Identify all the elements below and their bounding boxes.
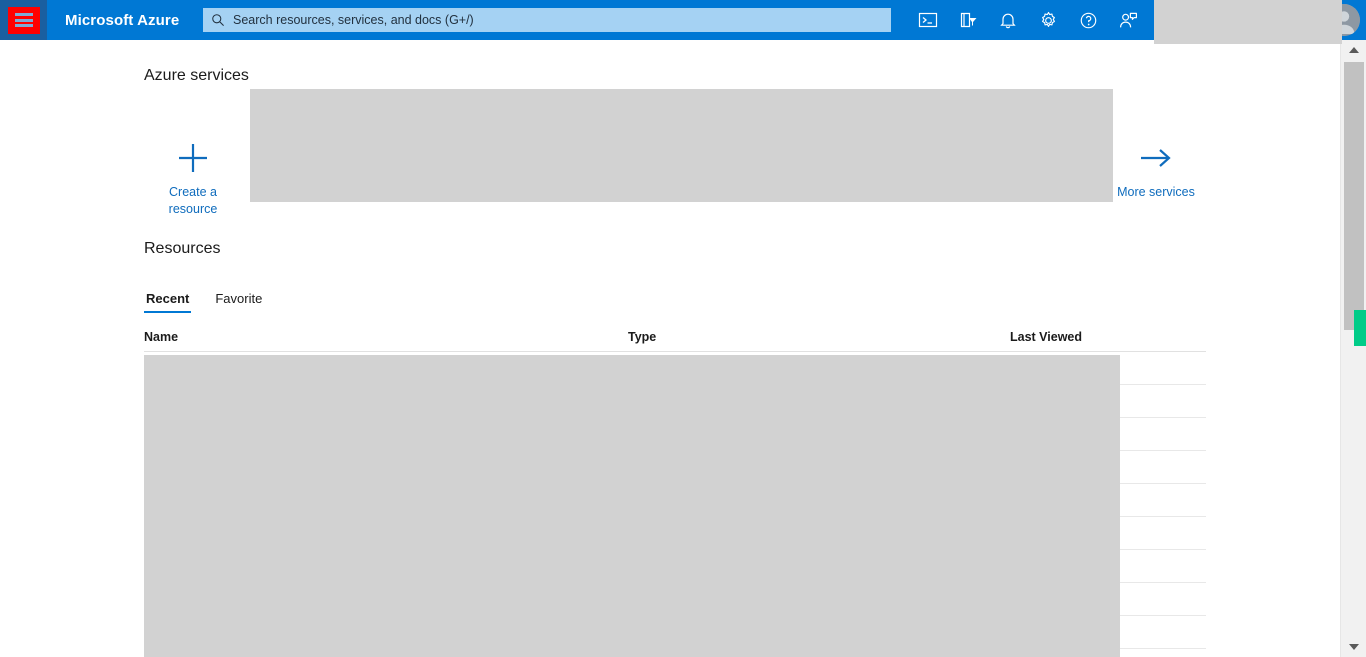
column-header-last-viewed[interactable]: Last Viewed <box>1010 330 1206 344</box>
redacted-account-region <box>1154 0 1342 44</box>
help-question-icon[interactable] <box>1068 0 1108 40</box>
resources-tab-list: Recent Favorite <box>144 285 286 313</box>
cloud-shell-icon[interactable] <box>908 0 948 40</box>
hamburger-icon <box>14 13 33 27</box>
feedback-person-icon[interactable] <box>1108 0 1148 40</box>
plus-icon <box>176 135 210 181</box>
page-scrollbar[interactable] <box>1340 40 1366 657</box>
portal-menu-button[interactable] <box>0 0 47 40</box>
search-input-placeholder: Search resources, services, and docs (G+… <box>233 13 474 27</box>
resources-heading: Resources <box>144 240 221 257</box>
scroll-down-arrow-icon[interactable] <box>1341 637 1366 657</box>
more-services-label: More services <box>1117 185 1195 199</box>
tab-recent[interactable]: Recent <box>144 291 192 313</box>
tab-favorite[interactable]: Favorite <box>213 291 264 313</box>
azure-services-heading: Azure services <box>144 67 249 84</box>
scrollbar-position-marker <box>1354 310 1366 346</box>
create-a-resource-label: Create a resource <box>168 185 218 216</box>
brand-title[interactable]: Microsoft Azure <box>65 12 179 29</box>
menu-button-focus-highlight <box>7 6 40 34</box>
azure-portal-window: Microsoft Azure Search resources, servic… <box>0 0 1366 657</box>
settings-gear-icon[interactable] <box>1028 0 1068 40</box>
scroll-up-arrow-icon[interactable] <box>1341 40 1366 60</box>
column-header-name[interactable]: Name <box>144 330 628 344</box>
redacted-resources-region <box>144 355 1120 657</box>
notifications-bell-icon[interactable] <box>988 0 1028 40</box>
redacted-services-region <box>250 89 1113 202</box>
table-header-row: Name Type Last Viewed <box>144 330 1206 352</box>
scrollbar-thumb[interactable] <box>1344 62 1364 330</box>
global-search-box[interactable]: Search resources, services, and docs (G+… <box>203 8 891 32</box>
create-a-resource-tile[interactable]: Create a resource <box>150 135 236 218</box>
more-services-tile[interactable]: More services <box>1113 135 1199 201</box>
directories-subscriptions-icon[interactable] <box>948 0 988 40</box>
top-bar-icon-group <box>908 0 1148 40</box>
arrow-right-icon <box>1137 135 1175 181</box>
search-icon <box>212 14 224 26</box>
column-header-type[interactable]: Type <box>628 330 1010 344</box>
